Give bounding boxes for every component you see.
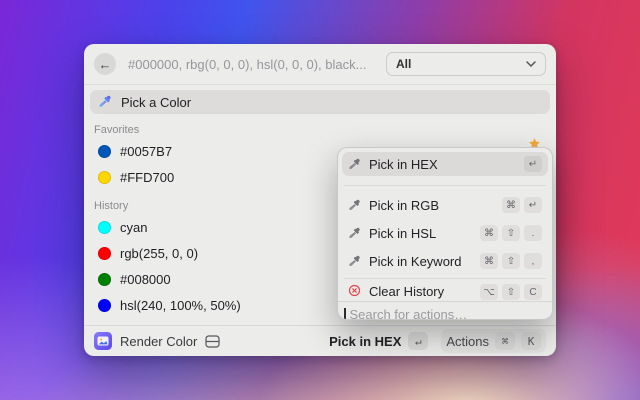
key-badge: . <box>524 225 542 241</box>
key-badge: ↵ <box>524 197 542 213</box>
menu-item-label: Clear History <box>369 284 472 300</box>
clear-circle-x-icon <box>348 284 361 297</box>
history-label: cyan <box>120 220 147 235</box>
color-picker-window: ← All Pick a Color Favorites <box>84 44 556 356</box>
text-cursor <box>344 308 346 321</box>
actions-button[interactable]: Actions ⌘ K <box>441 329 546 353</box>
menu-item-label: Pick in HEX <box>369 157 516 172</box>
color-swatch <box>98 145 111 158</box>
color-swatch <box>98 273 111 286</box>
desktop-background: ← All Pick a Color Favorites <box>0 0 640 400</box>
back-arrow-icon: ← <box>99 57 112 72</box>
menu-item-clear-history[interactable]: Clear History ⌥ ⇧ C <box>342 283 548 301</box>
search-input[interactable] <box>126 56 386 73</box>
window-mode-icon <box>205 335 220 348</box>
eyedropper-icon <box>348 255 361 268</box>
color-swatch <box>98 299 111 312</box>
footer-actions: Pick in HEX ↵ Actions ⌘ K <box>329 329 546 353</box>
key-badge: ⇧ <box>502 284 520 300</box>
key-badge: ⇧ <box>502 225 520 241</box>
key-badge: ↵ <box>408 332 428 350</box>
actions-button-label: Actions <box>446 334 489 349</box>
menu-item-pick-in-hex[interactable]: Pick in HEX ↵ <box>342 152 548 176</box>
list-item-pick-a-color[interactable]: Pick a Color <box>90 90 550 114</box>
back-button[interactable]: ← <box>94 53 116 75</box>
history-label: hsl(240, 100%, 50%) <box>120 298 241 313</box>
menu-item-label: Pick in HSL <box>369 226 472 241</box>
color-swatch <box>98 171 111 184</box>
history-label: rgb(255, 0, 0) <box>120 246 198 261</box>
menu-item-pick-in-keyword[interactable]: Pick in Keyword ⌘ ⇧ , <box>342 249 548 273</box>
command-name: Render Color <box>120 334 197 349</box>
key-badge: ⇧ <box>502 253 520 269</box>
menu-item-label: Pick in RGB <box>369 198 494 213</box>
footer: Render Color Pick in HEX ↵ Actions ⌘ K <box>84 325 556 356</box>
menu-divider <box>344 278 546 279</box>
history-label: #008000 <box>120 272 171 287</box>
extension-icon <box>94 332 112 350</box>
primary-action-label[interactable]: Pick in HEX <box>329 334 401 349</box>
key-badge: ↵ <box>524 156 542 172</box>
eyedropper-icon <box>98 95 112 109</box>
key-badge: ⌘ <box>480 253 498 269</box>
key-badge: K <box>521 332 541 350</box>
filter-dropdown-value: All <box>396 57 526 71</box>
header: ← All <box>84 44 556 84</box>
key-badge: ⌘ <box>495 332 515 350</box>
menu-divider <box>344 185 546 186</box>
eyedropper-icon <box>348 158 361 171</box>
eyedropper-icon <box>348 199 361 212</box>
color-swatch <box>98 247 111 260</box>
pick-a-color-label: Pick a Color <box>121 95 191 110</box>
key-badge: , <box>524 253 542 269</box>
actions-search <box>338 301 552 320</box>
menu-item-label: Pick in Keyword <box>369 254 472 269</box>
menu-item-pick-in-rgb[interactable]: Pick in RGB ⌘ ↵ <box>342 193 548 217</box>
actions-search-input[interactable] <box>348 306 547 321</box>
color-swatch <box>98 221 111 234</box>
key-badge: ⌥ <box>480 284 498 300</box>
header-divider <box>84 84 556 85</box>
actions-menu: Pick in HEX ↵ Pick in RGB ⌘ ↵ <box>337 147 553 320</box>
key-badge: C <box>524 284 542 300</box>
eyedropper-icon <box>348 227 361 240</box>
favorite-label: #FFD700 <box>120 170 174 185</box>
filter-dropdown[interactable]: All <box>386 52 546 76</box>
chevron-down-icon <box>526 61 536 67</box>
section-title-favorites: Favorites <box>94 124 546 136</box>
menu-item-pick-in-hsl[interactable]: Pick in HSL ⌘ ⇧ . <box>342 221 548 245</box>
key-badge: ⌘ <box>480 225 498 241</box>
key-badge: ⌘ <box>502 197 520 213</box>
favorite-label: #0057B7 <box>120 144 172 159</box>
